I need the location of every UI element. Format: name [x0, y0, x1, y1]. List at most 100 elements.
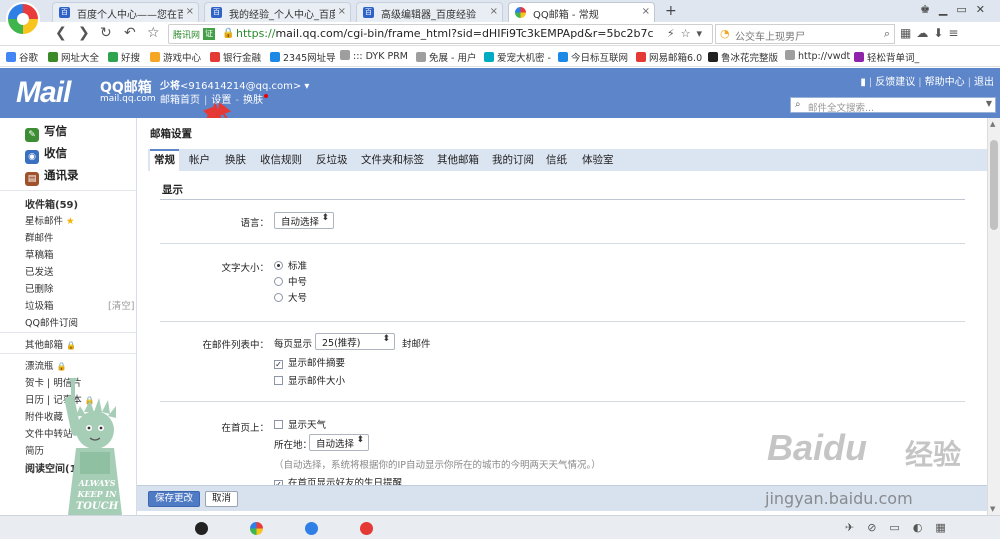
bookmark-item[interactable]: http://vwdt	[785, 50, 850, 62]
scroll-down-icon[interactable]: ▼	[990, 505, 995, 513]
taskbar-app-icon[interactable]	[360, 522, 373, 535]
chevron-down-icon[interactable]: ▾	[301, 81, 309, 92]
sidebar-item-junk[interactable]: 垃圾箱	[25, 298, 54, 312]
location-select[interactable]: 自动选择 ⬍	[309, 434, 370, 451]
bookmark-item[interactable]: 鲁冰花完整版	[708, 50, 778, 64]
sidebar-item-bottle[interactable]: 漂流瓶 🔒	[25, 358, 67, 372]
font-size-standard-radio[interactable]: 标准	[274, 258, 307, 272]
browser-tool-icons[interactable]: ▦☁⬇≡	[900, 26, 963, 40]
tab-general[interactable]: 常规	[150, 149, 179, 171]
language-select[interactable]: 自动选择 ⬍	[274, 212, 335, 229]
window-controls[interactable]: ♚▁▭✕	[920, 3, 994, 16]
mail-search-input[interactable]: ⌕ 邮件全文搜索... ▼	[790, 97, 996, 114]
feedback-link[interactable]: 反馈建议	[875, 77, 915, 88]
back-icon[interactable]: ❮	[55, 25, 67, 41]
contacts-button[interactable]: ▤ 通讯录	[25, 167, 79, 186]
bookmark-icon	[340, 50, 350, 60]
url-input[interactable]: 腾讯网 证 🔒 https://mail.qq.com/cgi-bin/fram…	[168, 24, 713, 44]
search-icon[interactable]: ⌕	[884, 27, 890, 41]
tab-filter-rules[interactable]: 收信规则	[256, 149, 306, 171]
bookmark-item[interactable]: 网址大全	[48, 50, 99, 64]
tab-other-mailbox[interactable]: 其他邮箱	[433, 149, 483, 171]
tab-account[interactable]: 帐户	[185, 149, 214, 171]
bookmark-item[interactable]: 游戏中心	[150, 50, 201, 64]
logout-link[interactable]: 退出	[974, 77, 994, 88]
baidu-icon: 百	[363, 7, 374, 18]
browser-tab-2[interactable]: 百 我的经验_个人中心_百度经验 ×	[204, 2, 351, 22]
taskbar-app-icon[interactable]	[195, 522, 208, 535]
close-icon[interactable]: ×	[338, 6, 346, 17]
sidebar-item-subscriptions[interactable]: QQ邮件订阅	[25, 315, 78, 329]
favorite-star-icon[interactable]: ☆	[147, 25, 160, 41]
bookmark-item[interactable]: 今日标互联网	[558, 50, 628, 64]
show-weather-checkbox[interactable]: 显示天气	[274, 417, 326, 431]
tab-skin[interactable]: 换肤	[221, 149, 250, 171]
sidebar-item-deleted[interactable]: 已删除	[25, 281, 54, 295]
sidebar-item-other-mailbox[interactable]: 其他邮箱 🔒	[25, 337, 76, 351]
bookmark-item[interactable]: 爱宠大机密 -	[484, 50, 551, 64]
bookmark-item[interactable]: 好搜	[108, 50, 140, 64]
browser-tab-1[interactable]: 百 百度个人中心——您在百度 ×	[52, 2, 199, 22]
system-tray-icons[interactable]: ✈⊘▭◐▦	[845, 521, 959, 534]
receive-button[interactable]: ◉ 收信	[25, 145, 67, 164]
chevron-down-icon[interactable]: ▼	[986, 99, 992, 108]
help-link[interactable]: 帮助中心	[925, 77, 965, 88]
forward-icon[interactable]: ❯	[78, 25, 90, 41]
sidebar-item-sent[interactable]: 已发送	[25, 264, 54, 278]
scroll-thumb[interactable]	[990, 140, 998, 230]
lock-icon: 🔒	[66, 341, 77, 350]
sidebar-item-resume[interactable]: 简历	[25, 443, 44, 457]
bookmark-item[interactable]: 2345网址导	[270, 50, 336, 64]
sidebar-item-group[interactable]: 群邮件	[25, 230, 54, 244]
scroll-up-icon[interactable]: ▲	[990, 120, 995, 128]
skin-link[interactable]: 换肤	[243, 95, 263, 106]
sidebar-item-inbox[interactable]: 收件箱(59)	[25, 196, 78, 211]
close-icon[interactable]: ×	[490, 6, 498, 17]
mail-home-link[interactable]: 邮箱首页	[160, 95, 200, 106]
url-action-icons[interactable]: ⚡☆▾	[667, 27, 708, 40]
sidebar-item-drafts[interactable]: 草稿箱	[25, 247, 54, 261]
browser-tab-3[interactable]: 百 高级编辑器_百度经验 ×	[356, 2, 503, 22]
bookmark-item[interactable]: 网易邮箱6.0	[636, 50, 702, 64]
bookmark-item[interactable]: 银行金融	[210, 50, 261, 64]
undo-icon[interactable]: ↶	[124, 25, 136, 41]
qq-mail-logo[interactable]: Mail	[16, 76, 71, 110]
scrollbar[interactable]: ▲ ▼	[987, 118, 1000, 515]
font-size-large-radio[interactable]: 大号	[274, 290, 307, 304]
browser-search-input[interactable]: ◔ 公交车上现男尸 ⌕	[715, 24, 895, 44]
bookmark-item[interactable]: 谷歌	[6, 50, 38, 64]
taskbar-app-icon[interactable]	[305, 522, 318, 535]
tab-lab[interactable]: 体验室	[578, 149, 618, 171]
close-icon[interactable]: ×	[642, 6, 650, 17]
checkbox-label: 显示邮件摘要	[288, 358, 346, 369]
section-title: 显示	[162, 184, 183, 196]
contacts-icon: ▤	[25, 172, 39, 186]
phone-icon[interactable]: ▮	[860, 77, 866, 88]
sidebar: ✎ 写信 ◉ 收信 ▤ 通讯录 收件箱(59) 星标邮件 ★ 群邮件 草稿箱 已发送 …	[0, 118, 137, 515]
browser-logo-icon[interactable]	[6, 2, 40, 36]
refresh-icon[interactable]: ↻	[100, 25, 112, 41]
save-button[interactable]: 保存更改	[148, 491, 201, 507]
compose-button[interactable]: ✎ 写信	[25, 123, 67, 142]
taskbar-browser-icon[interactable]	[250, 522, 263, 535]
new-tab-button[interactable]: +	[665, 3, 677, 19]
tab-anti-spam[interactable]: 反垃圾	[312, 149, 352, 171]
show-size-checkbox[interactable]: 显示邮件大小	[274, 373, 345, 387]
clear-junk-link[interactable]: [清空]	[108, 298, 134, 312]
tab-stationery[interactable]: 信纸	[542, 149, 571, 171]
close-icon[interactable]: ×	[186, 6, 194, 17]
font-size-medium-radio[interactable]: 中号	[274, 274, 307, 288]
show-summary-checkbox[interactable]: ✓ 显示邮件摘要	[274, 355, 345, 369]
tab-subscriptions[interactable]: 我的订阅	[488, 149, 538, 171]
browser-tab-4[interactable]: QQ邮箱 - 常规 ×	[508, 2, 655, 22]
bookmark-item[interactable]: 轻松背单词_	[854, 50, 919, 64]
bookmark-item[interactable]: 免展 - 用户	[416, 50, 476, 64]
tab-folders-labels[interactable]: 文件夹和标签	[357, 149, 428, 171]
settings-link[interactable]: 设置	[211, 95, 231, 106]
bookmark-item[interactable]: ::: DYK PRM	[340, 50, 408, 62]
per-page-select[interactable]: 25(推荐) ⬍	[315, 333, 395, 350]
cancel-button[interactable]: 取消	[205, 491, 239, 507]
sidebar-item-starred[interactable]: 星标邮件 ★	[25, 213, 75, 227]
location-value: 自动选择	[316, 439, 355, 450]
sidebar-item-attachments[interactable]: 附件收藏	[25, 409, 63, 423]
